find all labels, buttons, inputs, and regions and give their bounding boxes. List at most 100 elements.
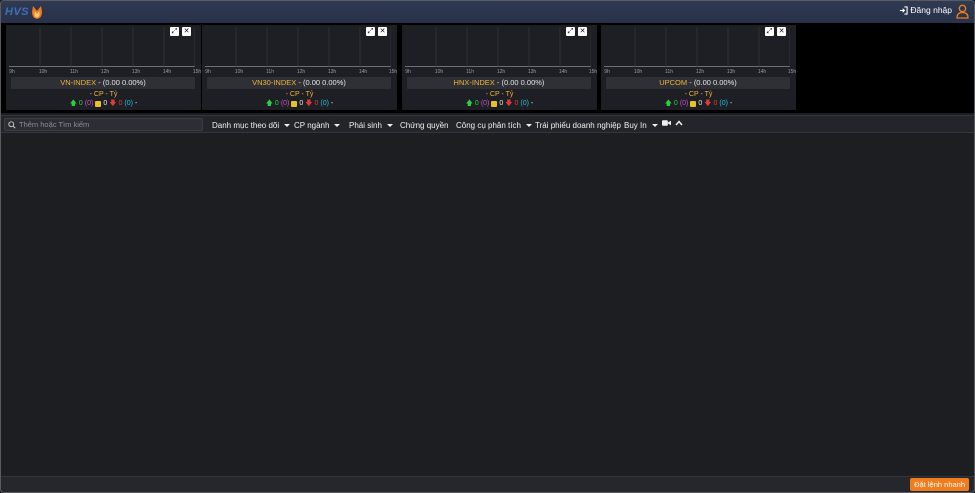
time-tick: 10h: [434, 69, 444, 75]
menu-label: Buy In: [624, 120, 647, 130]
index-name-bar[interactable]: VN-INDEX - (0.00 0.00%): [11, 77, 195, 89]
ceiling-count: (0): [84, 100, 94, 107]
index-name: HNX-INDEX: [453, 78, 495, 87]
time-tick: 14h: [757, 69, 767, 75]
arrow-up-icon: 🡅: [465, 100, 473, 107]
caret-down-icon: [386, 123, 393, 127]
index-card: ⤢ ✕ 9h 10h 11h 12h 13h 14h 15h UPCOM - (0.00 0…: [601, 25, 796, 110]
index-change: (0.00 0.00%): [501, 78, 545, 87]
search-input[interactable]: [19, 120, 199, 129]
down-count: 0: [314, 100, 319, 107]
up-count: 0: [474, 100, 479, 107]
video-camera-icon[interactable]: [662, 119, 671, 127]
menu-buy-in[interactable]: Buy In: [624, 118, 658, 132]
menu-label: Chứng quyền: [400, 120, 449, 130]
menu-chứng-quyền[interactable]: Chứng quyền: [400, 118, 449, 132]
time-tick: 11h: [266, 69, 274, 75]
index-name-bar[interactable]: UPCOM - (0.00 0.00%): [606, 77, 790, 89]
floor-count: (0): [520, 100, 529, 107]
close-icon[interactable]: ✕: [777, 27, 786, 36]
index-name: UPCOM: [659, 78, 688, 87]
time-tick: 15h: [192, 69, 202, 75]
quick-order-button[interactable]: Đặt lệnh nhanh: [910, 478, 969, 491]
arrow-down-icon: 🡇: [704, 100, 712, 107]
caret-down-icon: [525, 123, 532, 127]
square-icon: [690, 101, 697, 107]
expand-icon[interactable]: ⤢: [170, 27, 179, 36]
menu-công-cụ-phân-tích[interactable]: Công cụ phân tích: [456, 118, 532, 132]
index-chart: [405, 27, 591, 67]
caret-down-icon: [651, 123, 658, 127]
index-name-bar[interactable]: HNX-INDEX - (0.00 0.00%): [407, 77, 591, 89]
time-tick: 10h: [38, 69, 48, 75]
volume-line: - CP - Tỷ: [485, 91, 514, 98]
ceiling-count: (0): [679, 100, 689, 107]
menu-label: Trái phiếu doanh nghiệp: [535, 120, 621, 130]
expand-icon[interactable]: ⤢: [566, 27, 575, 36]
time-tick: 11h: [665, 69, 673, 75]
index-change: (0.00 0.00%): [102, 78, 146, 87]
up-count: 0: [274, 100, 279, 107]
time-axis: 9h 10h 11h 12h 13h 14h 15h: [601, 69, 796, 76]
time-tick: 9h: [604, 69, 610, 75]
up-count: 0: [78, 100, 83, 107]
ceiling-count: (0): [280, 100, 290, 107]
index-name-bar[interactable]: VN30-INDEX - (0.00 0.00%): [207, 77, 391, 89]
expand-icon[interactable]: ⤢: [765, 27, 774, 36]
app-window: HVS Đăng nhập ⤢ ✕ 9h 10h 11h 12h 13h 14h 15h V…: [0, 0, 975, 493]
ref-count: 0: [499, 100, 504, 107]
index-name: VN30-INDEX: [252, 78, 297, 87]
time-axis: 9h 10h 11h 12h 13h 14h 15h: [202, 69, 397, 76]
main-content-area: [1, 134, 974, 476]
tail-text: -: [134, 100, 138, 107]
square-icon: [291, 101, 298, 107]
login-link[interactable]: Đăng nhập: [899, 5, 952, 15]
menu-label: CP ngành: [294, 120, 330, 130]
time-tick: 10h: [234, 69, 244, 75]
chart-grid: [235, 27, 391, 67]
time-tick: 15h: [388, 69, 398, 75]
index-panel: ⤢ ✕ 9h 10h 11h 12h 13h 14h 15h VN-INDEX - (0.0…: [1, 23, 974, 113]
time-tick: 12h: [496, 69, 506, 75]
breadth-line: 🡅 0 (0) 0 🡇 0 (0) -: [601, 99, 796, 109]
time-tick: 10h: [633, 69, 643, 75]
menu-phái-sinh[interactable]: Phái sinh: [349, 118, 393, 132]
time-tick: 12h: [100, 69, 110, 75]
logo-text: HVS: [5, 6, 30, 18]
chart-grid: [39, 27, 195, 67]
search-box[interactable]: [4, 118, 203, 131]
close-icon[interactable]: ✕: [182, 27, 191, 36]
time-tick: 11h: [70, 69, 78, 75]
chart-grid: [435, 27, 591, 67]
caret-down-icon: [334, 123, 341, 127]
menu-trái-phiếu-doanh-nghiệp[interactable]: Trái phiếu doanh nghiệp: [535, 118, 621, 132]
index-chart: [604, 27, 790, 67]
index-chart: [9, 27, 195, 67]
time-tick: 13h: [327, 69, 337, 75]
ref-count: 0: [698, 100, 703, 107]
logo[interactable]: HVS: [5, 4, 44, 20]
floor-count: (0): [320, 100, 329, 107]
time-axis: 9h 10h 11h 12h 13h 14h 15h: [6, 69, 201, 76]
close-icon[interactable]: ✕: [578, 27, 587, 36]
square-icon: [491, 101, 498, 107]
chevron-up-icon[interactable]: [675, 120, 683, 126]
time-tick: 14h: [358, 69, 368, 75]
time-tick: 14h: [162, 69, 172, 75]
menu-cp-ngành[interactable]: CP ngành: [294, 118, 341, 132]
down-count: 0: [118, 100, 123, 107]
index-change: (0.00 0.00%): [693, 78, 737, 87]
index-card: ⤢ ✕ 9h 10h 11h 12h 13h 14h 15h HNX-INDEX - (0.…: [402, 25, 597, 110]
login-label: Đăng nhập: [910, 5, 952, 15]
chart-grid: [634, 27, 790, 67]
flame-logo-icon: [32, 5, 43, 19]
separator: -: [296, 78, 303, 87]
expand-icon[interactable]: ⤢: [366, 27, 375, 36]
time-tick: 13h: [527, 69, 537, 75]
menu-danh-mục-theo-dõi[interactable]: Danh mục theo dõi: [212, 118, 291, 132]
time-tick: 13h: [726, 69, 736, 75]
user-icon[interactable]: [956, 4, 969, 19]
time-tick: 12h: [695, 69, 705, 75]
close-icon[interactable]: ✕: [378, 27, 387, 36]
menu-label: Công cụ phân tích: [456, 120, 521, 130]
